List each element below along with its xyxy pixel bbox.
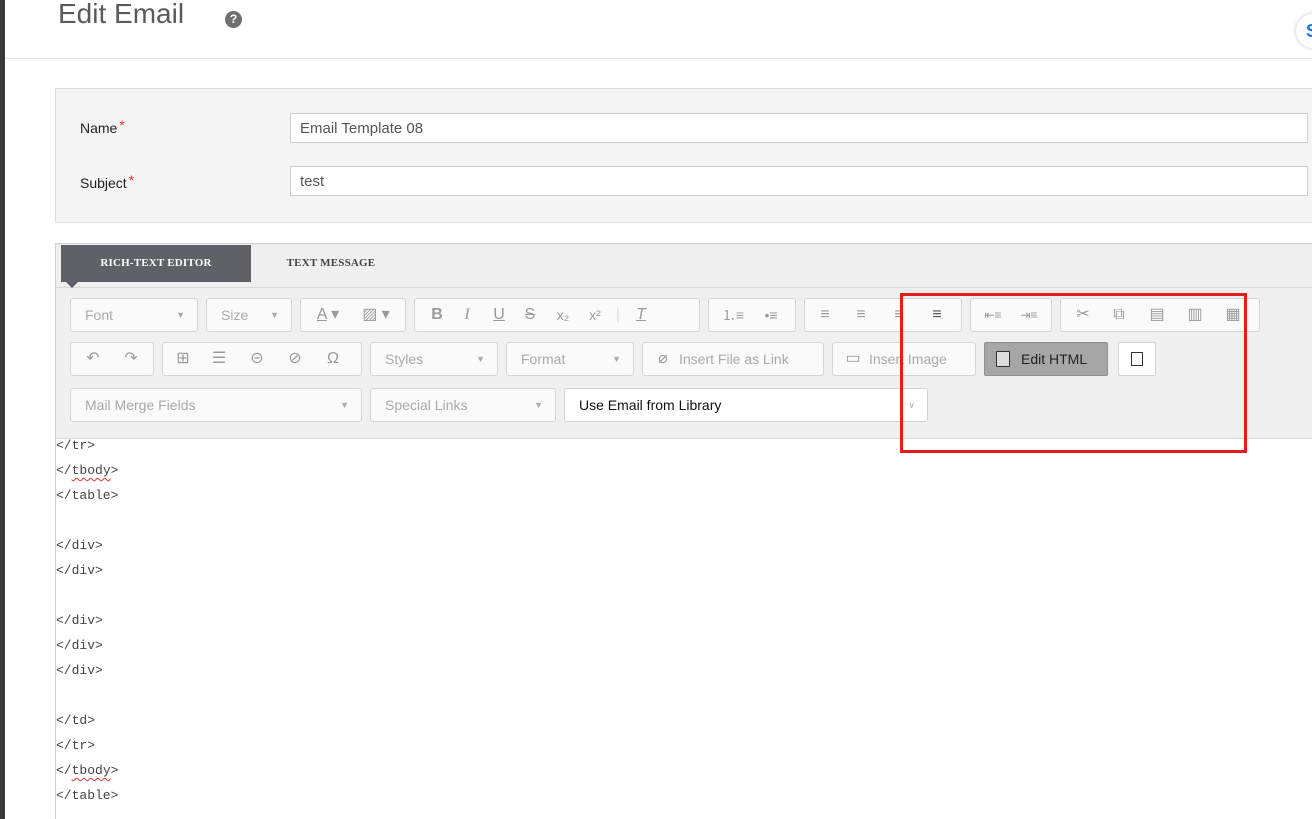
code-line: </tbody> xyxy=(56,763,119,778)
size-dropdown-label: Size xyxy=(221,307,249,323)
misspelled-word: tbody xyxy=(71,763,111,778)
size-dropdown[interactable]: Size ▼ xyxy=(206,298,292,332)
chevron-down-icon: ▼ xyxy=(534,400,543,410)
email-library-dropdown[interactable]: Use Email from Library ∨ xyxy=(564,388,928,422)
bold-icon[interactable]: B xyxy=(423,299,451,331)
link-icon[interactable]: ⊝ xyxy=(243,343,271,375)
strikethrough-icon[interactable]: S xyxy=(516,299,544,331)
image-icon: ▭ xyxy=(845,350,861,367)
code-line: </tbody> xyxy=(56,463,119,478)
tab-rich-text-editor[interactable]: RICH-TEXT EDITOR xyxy=(61,245,251,288)
text-color-icon[interactable]: A ▾ xyxy=(307,299,349,331)
superscript-icon[interactable]: x² xyxy=(581,299,609,331)
code-line: </table> xyxy=(56,488,119,503)
styles-dropdown[interactable]: Styles ▼ xyxy=(370,342,498,376)
insert-file-link-button[interactable]: ⌀ Insert File as Link xyxy=(642,342,824,376)
email-library-label: Use Email from Library xyxy=(579,397,722,413)
page: Edit Email ? S Name* Subject* RICH-TEXT … xyxy=(5,0,1312,819)
remove-format-icon[interactable]: T xyxy=(627,299,655,331)
font-dropdown[interactable]: Font ▼ xyxy=(70,298,198,332)
code-line: </div> xyxy=(56,663,103,678)
chevron-down-icon: ▼ xyxy=(476,354,485,364)
table-icon[interactable]: ⊞ xyxy=(169,343,197,375)
misspelled-word: tbody xyxy=(71,463,111,478)
code-line: </div> xyxy=(56,613,103,628)
align-left-icon[interactable]: ≡ xyxy=(811,299,839,331)
tab-text-message[interactable]: TEXT MESSAGE xyxy=(266,245,396,282)
highlight-box xyxy=(900,293,1247,453)
styles-dropdown-label: Styles xyxy=(385,351,424,367)
numbered-list-icon[interactable]: ⒈≡ xyxy=(719,299,747,331)
subscript-icon[interactable]: x₂ xyxy=(549,299,577,331)
title-row: Edit Email ? S xyxy=(5,0,1312,59)
corner-action-button[interactable]: S xyxy=(1296,14,1312,48)
code-line: </div> xyxy=(56,563,103,578)
insert-file-link-label: Insert File as Link xyxy=(679,351,789,367)
email-details-panel: Name* Subject* xyxy=(55,88,1312,223)
special-character-icon[interactable]: Ω xyxy=(319,343,347,375)
list-group: ⒈≡ •≡ xyxy=(708,298,796,332)
name-label-text: Name xyxy=(80,120,118,136)
color-group: A ▾ ▨ ▾ xyxy=(300,298,406,332)
format-dropdown[interactable]: Format ▼ xyxy=(506,342,634,376)
page-title: Edit Email xyxy=(58,0,185,29)
insert-group: ⊞ ☰ ⊝ ⊘ Ω xyxy=(162,342,362,376)
chevron-down-icon: ▼ xyxy=(176,310,185,320)
code-line: </tr> xyxy=(56,738,96,753)
unlink-icon[interactable]: ⊘ xyxy=(281,343,309,375)
paperclip-icon: ⌀ xyxy=(658,350,668,367)
question-icon[interactable]: ? xyxy=(225,11,242,28)
html-source-editor[interactable]: </tr> </tbody> </table> </div> </div> </… xyxy=(56,438,1312,819)
subject-input[interactable] xyxy=(290,166,1308,196)
background-color-icon[interactable]: ▨ ▾ xyxy=(353,299,399,331)
code-line: </div> xyxy=(56,538,103,553)
name-input[interactable] xyxy=(290,113,1308,143)
code-line: </div> xyxy=(56,638,103,653)
text-format-group: B I U S x₂ x² | T xyxy=(414,298,700,332)
history-group: ↶ ↷ xyxy=(70,342,154,376)
toolbar-divider: | xyxy=(615,306,621,323)
align-center-icon[interactable]: ≡ xyxy=(847,299,875,331)
code-line: </td> xyxy=(56,713,96,728)
redo-icon[interactable]: ↷ xyxy=(117,343,145,375)
horizontal-line-icon[interactable]: ☰ xyxy=(205,343,233,375)
undo-icon[interactable]: ↶ xyxy=(79,343,107,375)
chevron-down-icon: ▼ xyxy=(270,310,279,320)
subject-label: Subject * xyxy=(80,172,135,191)
bulleted-list-icon[interactable]: •≡ xyxy=(757,299,785,331)
format-dropdown-label: Format xyxy=(521,351,566,367)
required-marker: * xyxy=(119,117,125,133)
special-links-label: Special Links xyxy=(385,397,468,413)
editor-tabs: RICH-TEXT EDITOR TEXT MESSAGE xyxy=(56,244,1312,288)
code-line: </tr> xyxy=(56,438,96,453)
underline-icon[interactable]: U xyxy=(485,299,513,331)
mail-merge-dropdown[interactable]: Mail Merge Fields ▼ xyxy=(70,388,362,422)
required-marker: * xyxy=(128,172,135,188)
special-links-dropdown[interactable]: Special Links ▼ xyxy=(370,388,556,422)
chevron-down-icon: ▼ xyxy=(612,354,621,364)
subject-label-text: Subject xyxy=(80,175,127,191)
name-label: Name * xyxy=(80,117,125,136)
font-dropdown-label: Font xyxy=(85,307,114,323)
chevron-down-icon: ▼ xyxy=(340,400,349,410)
italic-icon[interactable]: I xyxy=(453,299,481,331)
mail-merge-label: Mail Merge Fields xyxy=(85,397,196,413)
code-line: </table> xyxy=(56,788,119,803)
